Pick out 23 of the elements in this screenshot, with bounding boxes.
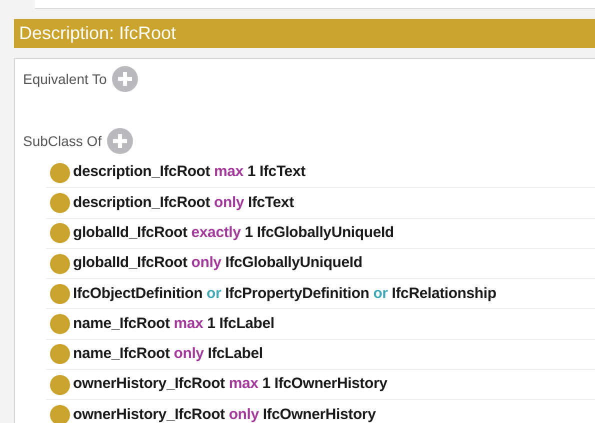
axiom-text: globalId_IfcRoot exactly 1 IfcGloballyUniqueId [73, 222, 394, 243]
add-icon[interactable] [112, 66, 138, 92]
axiom-text: description_IfcRoot max 1 IfcText [73, 162, 306, 182]
panel-title: Description: IfcRoot [19, 22, 176, 45]
class-icon [50, 314, 70, 334]
class-icon [50, 192, 70, 213]
class-icon [50, 284, 70, 304]
class-icon [50, 254, 70, 274]
class-icon [50, 162, 70, 183]
axiom-text: globalId_IfcRoot only IfcGloballyUniqueId [73, 253, 362, 274]
class-icon [50, 223, 70, 244]
section-label: Equivalent To [23, 70, 107, 89]
axiom-text: ownerHistory_IfcRoot only IfcOwnerHistory [73, 404, 376, 423]
axiom-text: IfcObjectDefinition or IfcPropertyDefinition or IfcRelationship [73, 284, 496, 304]
axiom-text: ownerHistory_IfcRoot max 1 IfcOwnerHistory [73, 374, 388, 394]
class-icon [50, 374, 70, 395]
section-label: SubClass Of [23, 132, 102, 150]
add-icon[interactable] [106, 128, 133, 154]
class-icon [50, 344, 70, 364]
axiom-text: name_IfcRoot only IfcLabel [73, 344, 263, 364]
class-icon [50, 405, 70, 423]
axiom-text: name_IfcRoot max 1 IfcLabel [73, 314, 274, 334]
axiom-text: description_IfcRoot only IfcText [73, 192, 294, 213]
